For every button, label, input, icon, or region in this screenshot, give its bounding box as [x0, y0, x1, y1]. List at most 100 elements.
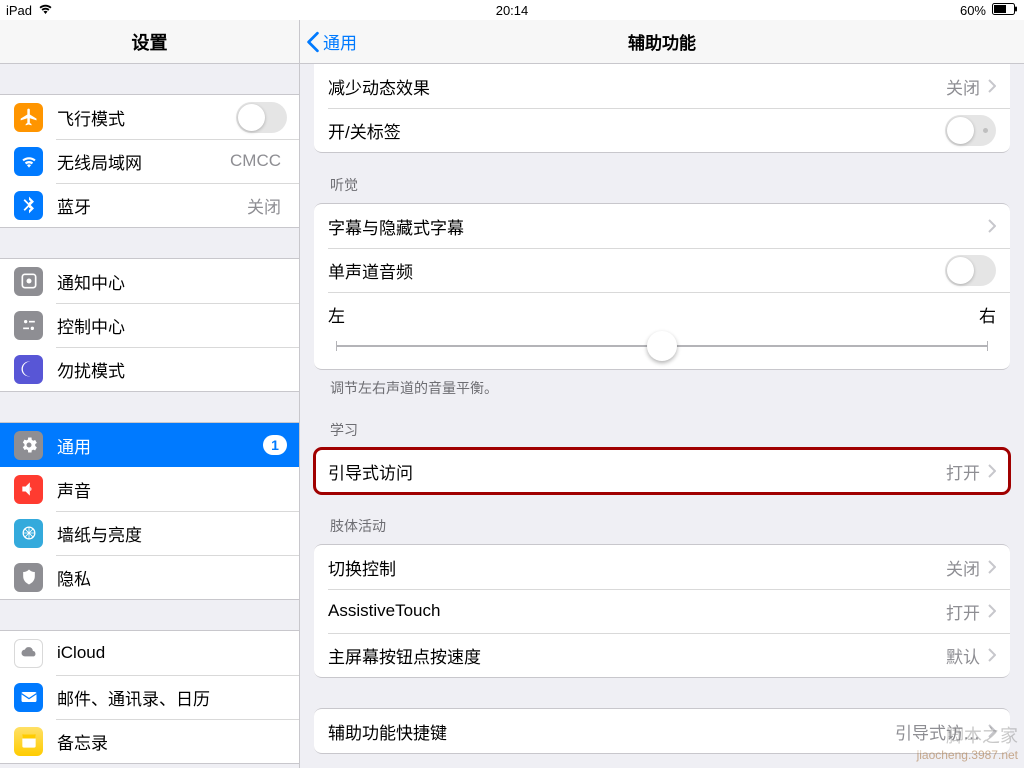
sidebar-scroll[interactable]: 飞行模式 无线局域网 CMCC 蓝牙 关闭 通知中心: [0, 64, 299, 768]
sidebar-item-wifi[interactable]: 无线局域网 CMCC: [0, 139, 299, 183]
bluetooth-value: 关闭: [247, 193, 281, 218]
balance-right-label: 右: [979, 302, 996, 327]
row-on-off-labels[interactable]: 开/关标签: [314, 108, 1010, 152]
row-assistive-touch[interactable]: AssistiveTouch 打开: [314, 589, 1010, 633]
icloud-icon: [14, 639, 43, 668]
sidebar-item-control-center[interactable]: 控制中心: [0, 303, 299, 347]
home-click-speed-label: 主屏幕按钮点按速度: [328, 643, 946, 668]
row-subtitles[interactable]: 字幕与隐藏式字幕: [314, 204, 1010, 248]
wifi-icon: [38, 3, 53, 18]
shortcut-group: 辅助功能快捷键 引导式访…: [314, 708, 1010, 754]
sidebar-item-airplane-mode[interactable]: 飞行模式: [0, 95, 299, 139]
chevron-right-icon: [988, 560, 996, 574]
detail-title: 辅助功能: [300, 29, 1024, 54]
physical-group: 切换控制 关闭 AssistiveTouch 打开 主屏幕按钮点按速度 默认: [314, 544, 1010, 678]
sounds-icon: [14, 475, 43, 504]
row-guided-access[interactable]: 引导式访问 打开: [314, 449, 1010, 493]
control-center-label: 控制中心: [57, 313, 287, 338]
bluetooth-icon: [14, 191, 43, 220]
notifications-label: 通知中心: [57, 269, 287, 294]
detail-scroll[interactable]: 减少动态效果 关闭 开/关标签 听觉 字幕与隐藏式字幕 单声道音频: [300, 64, 1024, 768]
sidebar-item-sounds[interactable]: 声音: [0, 467, 299, 511]
mono-audio-toggle[interactable]: [945, 255, 996, 286]
wallpaper-icon: [14, 519, 43, 548]
battery-icon: [992, 3, 1018, 18]
mail-icon: [14, 683, 43, 712]
sidebar-item-bluetooth[interactable]: 蓝牙 关闭: [0, 183, 299, 227]
chevron-right-icon: [988, 464, 996, 478]
row-switch-control[interactable]: 切换控制 关闭: [314, 545, 1010, 589]
privacy-icon: [14, 563, 43, 592]
sidebar-item-general[interactable]: 通用 1: [0, 423, 299, 467]
hearing-group: 字幕与隐藏式字幕 单声道音频 左 右: [314, 203, 1010, 370]
back-button[interactable]: 通用: [306, 29, 357, 54]
row-accessibility-shortcut[interactable]: 辅助功能快捷键 引导式访…: [314, 709, 1010, 753]
sidebar-item-notification-center[interactable]: 通知中心: [0, 259, 299, 303]
row-reduce-motion[interactable]: 减少动态效果 关闭: [314, 64, 1010, 108]
chevron-right-icon: [988, 724, 996, 738]
general-icon: [14, 431, 43, 460]
wifi-nav-icon: [14, 147, 43, 176]
assistive-touch-label: AssistiveTouch: [328, 601, 946, 621]
wallpaper-label: 墙纸与亮度: [57, 521, 287, 546]
airplane-icon: [14, 103, 43, 132]
sidebar-title: 设置: [0, 20, 299, 64]
sidebar-item-mail[interactable]: 邮件、通讯录、日历: [0, 675, 299, 719]
on-off-labels-label: 开/关标签: [328, 118, 945, 143]
battery-percent: 60%: [960, 3, 986, 18]
reduce-motion-label: 减少动态效果: [328, 74, 946, 99]
chevron-right-icon: [988, 79, 996, 93]
balance-slider[interactable]: [336, 345, 988, 347]
notes-label: 备忘录: [57, 729, 287, 754]
chevron-right-icon: [988, 648, 996, 662]
control-center-icon: [14, 311, 43, 340]
bluetooth-label: 蓝牙: [57, 193, 247, 218]
guided-access-label: 引导式访问: [328, 459, 946, 484]
airplane-toggle[interactable]: [236, 102, 287, 133]
general-label: 通用: [57, 433, 255, 458]
learning-header: 学习: [300, 420, 1024, 448]
reduce-motion-value: 关闭: [946, 74, 980, 99]
sidebar-item-icloud[interactable]: iCloud: [0, 631, 299, 675]
sidebar-group-apple-services: iCloud 邮件、通讯录、日历 备忘录: [0, 630, 299, 764]
back-label: 通用: [323, 29, 357, 54]
sidebar-item-dnd[interactable]: 勿扰模式: [0, 347, 299, 391]
sidebar-group-system: 通知中心 控制中心 勿扰模式: [0, 258, 299, 392]
sidebar-item-privacy[interactable]: 隐私: [0, 555, 299, 599]
sidebar-group-connectivity: 飞行模式 无线局域网 CMCC 蓝牙 关闭: [0, 94, 299, 228]
physical-header: 肢体活动: [300, 516, 1024, 544]
accessibility-shortcut-value: 引导式访…: [895, 719, 980, 744]
sidebar-group-personalization: 通用 1 声音 墙纸与亮度 隐私: [0, 422, 299, 600]
icloud-label: iCloud: [57, 643, 287, 663]
switch-control-value: 关闭: [946, 555, 980, 580]
sounds-label: 声音: [57, 477, 287, 502]
status-bar: iPad 20:14 60%: [0, 0, 1024, 20]
assistive-touch-value: 打开: [946, 599, 980, 624]
sidebar-item-wallpaper[interactable]: 墙纸与亮度: [0, 511, 299, 555]
notifications-icon: [14, 267, 43, 296]
wifi-label: 无线局域网: [57, 149, 230, 174]
status-time: 20:14: [496, 3, 529, 18]
row-mono-audio[interactable]: 单声道音频: [314, 248, 1010, 292]
notes-icon: [14, 727, 43, 756]
home-click-speed-value: 默认: [946, 643, 980, 668]
sidebar-item-notes[interactable]: 备忘录: [0, 719, 299, 763]
guided-access-value: 打开: [946, 459, 980, 484]
privacy-label: 隐私: [57, 565, 287, 590]
mono-audio-label: 单声道音频: [328, 258, 945, 283]
settings-sidebar: 设置 飞行模式 无线局域网 CMCC 蓝牙 关闭: [0, 20, 300, 768]
hearing-footer: 调节左右声道的音量平衡。: [300, 370, 1024, 398]
wifi-value: CMCC: [230, 151, 281, 171]
top-group: 减少动态效果 关闭 开/关标签: [314, 64, 1010, 153]
switch-control-label: 切换控制: [328, 555, 946, 580]
on-off-labels-toggle[interactable]: [945, 115, 996, 146]
mail-label: 邮件、通讯录、日历: [57, 685, 287, 710]
subtitles-label: 字幕与隐藏式字幕: [328, 214, 988, 239]
learning-group: 引导式访问 打开: [314, 448, 1010, 494]
row-audio-balance[interactable]: 左 右: [314, 292, 1010, 369]
dnd-label: 勿扰模式: [57, 357, 287, 382]
balance-left-label: 左: [328, 302, 345, 327]
accessibility-shortcut-label: 辅助功能快捷键: [328, 719, 895, 744]
slider-thumb[interactable]: [647, 331, 677, 361]
row-home-click-speed[interactable]: 主屏幕按钮点按速度 默认: [314, 633, 1010, 677]
